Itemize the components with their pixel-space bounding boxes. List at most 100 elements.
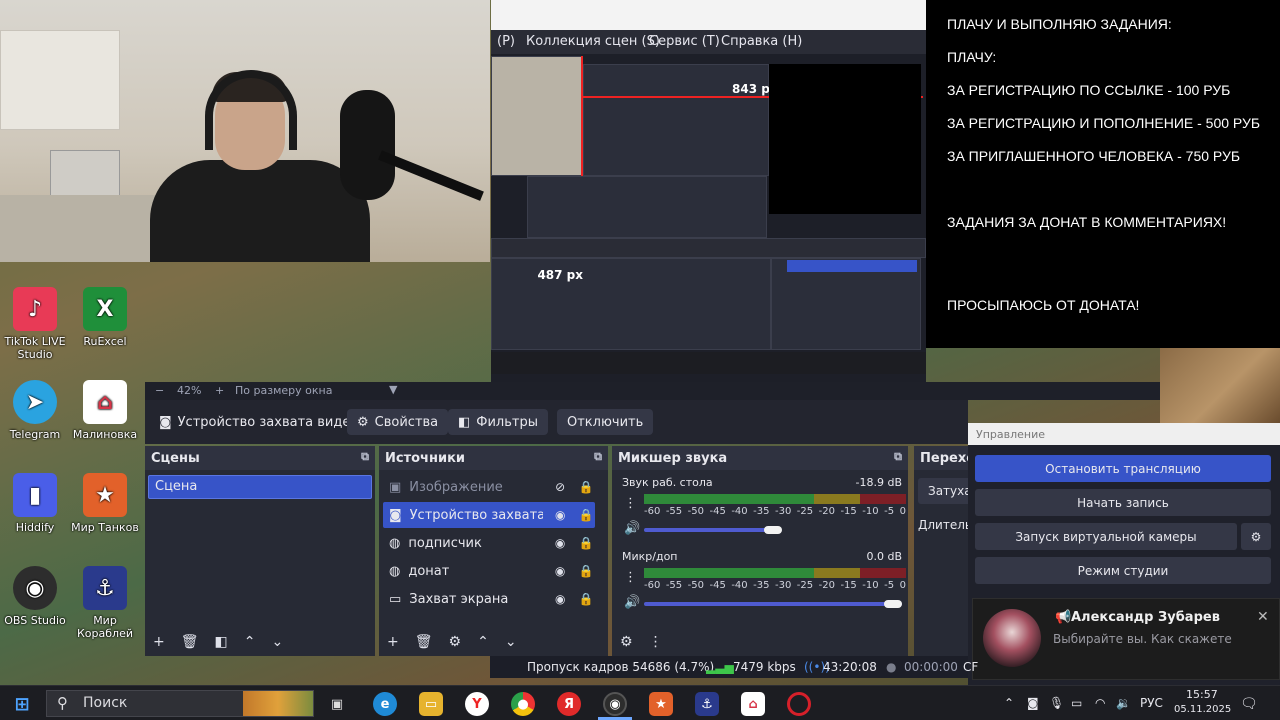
taskbar-search[interactable]: ⚲ Поиск xyxy=(46,690,314,717)
lock-icon[interactable]: 🔒 xyxy=(577,564,595,578)
source-item[interactable]: ◙ Устройство захвата ви, ◉ 🔒 xyxy=(383,502,595,528)
desktop-icon-telegram[interactable]: ➤ Telegram xyxy=(0,380,70,441)
windows-start-icon[interactable]: ⊞ xyxy=(10,692,34,716)
speaker-icon[interactable]: 🔊 xyxy=(624,521,640,536)
move-down-icon[interactable]: ⌄ xyxy=(271,634,283,650)
desktop-icon-mir-korabley[interactable]: ⚓ Мир Кораблей xyxy=(70,566,140,640)
trash-icon[interactable]: 🗑 xyxy=(415,634,433,650)
undock-icon[interactable]: ⧉ xyxy=(894,450,902,464)
volume-slider-knob[interactable] xyxy=(764,526,782,534)
filters-button[interactable]: ◧ Фильтры xyxy=(448,409,548,435)
preview-menu-item[interactable]: Справка (H) xyxy=(721,34,802,49)
desktop-icon-mir-tankov[interactable]: ★ Мир Танков xyxy=(70,473,140,534)
desktop-icon-label: TikTok LIVE Studio xyxy=(4,335,66,361)
preview-px-label-small: 487 px xyxy=(537,268,583,282)
move-up-icon[interactable]: ⌃ xyxy=(477,634,489,650)
undock-icon[interactable]: ⧉ xyxy=(594,450,602,464)
source-item[interactable]: ▭ Захват экрана ◉ 🔒 xyxy=(383,586,595,612)
desktop-icon-malinovka[interactable]: ⌂ Малиновка xyxy=(70,380,140,441)
move-down-icon[interactable]: ⌄ xyxy=(505,634,517,650)
obs-taskbar-icon[interactable]: ◉ xyxy=(603,692,627,716)
edge-icon[interactable]: e xyxy=(373,692,397,716)
kebab-menu-icon[interactable]: ⋮ xyxy=(649,634,663,650)
chevron-down-icon[interactable]: ▼ xyxy=(389,383,397,396)
source-item[interactable]: ◍ донат ◉ 🔒 xyxy=(383,558,595,584)
kebab-menu-icon[interactable]: ⋮ xyxy=(624,496,637,511)
desktop-icon-label: Hiddify xyxy=(15,521,55,534)
zoom-in-button[interactable]: + xyxy=(215,384,224,397)
volume-slider[interactable] xyxy=(644,528,772,532)
volume-slider[interactable] xyxy=(644,602,902,606)
zoom-fit-button[interactable]: По размеру окна xyxy=(235,384,332,397)
source-item[interactable]: ◍ подписчик ◉ 🔒 xyxy=(383,530,595,556)
microwave xyxy=(50,150,120,198)
eye-icon[interactable]: ◉ xyxy=(551,564,569,578)
mixer-title: Микшер звука xyxy=(618,451,728,466)
properties-button[interactable]: ⚙ Свойства xyxy=(347,409,449,435)
eye-icon[interactable]: ◉ xyxy=(551,592,569,606)
desktop-icon-ruexcel[interactable]: X RuExcel xyxy=(70,287,140,348)
lock-icon[interactable]: 🔒 xyxy=(577,592,595,606)
trash-icon[interactable]: 🗑 xyxy=(181,634,199,650)
move-up-icon[interactable]: ⌃ xyxy=(244,634,256,650)
add-source-icon[interactable]: + xyxy=(387,634,399,650)
scene-item[interactable]: Сцена xyxy=(148,475,372,499)
opera-icon[interactable] xyxy=(787,692,811,716)
taskbar-date[interactable]: 05.11.2025 xyxy=(1174,704,1231,715)
microphone-tray-icon[interactable]: 🎙 xyxy=(1049,696,1064,710)
virtual-camera-settings-icon[interactable]: ⚙ xyxy=(1241,523,1271,550)
language-indicator[interactable]: РУС xyxy=(1140,696,1163,710)
kebab-menu-icon[interactable]: ⋮ xyxy=(624,570,637,585)
preview-menu-item[interactable]: (P) xyxy=(497,34,515,49)
desktop-icon-tiktok-live-studio[interactable]: ♪ TikTok LIVE Studio xyxy=(0,287,70,361)
lock-icon[interactable]: 🔒 xyxy=(577,536,595,550)
desktop-icon-hiddify[interactable]: ▮ Hiddify xyxy=(0,473,70,534)
eye-icon[interactable]: ◉ xyxy=(551,536,569,550)
gear-icon[interactable]: ⚙ xyxy=(449,634,462,650)
yandex-browser-icon[interactable]: Y xyxy=(465,692,489,716)
desktop-icon-label: Telegram xyxy=(9,428,61,441)
lock-icon[interactable]: 🔒 xyxy=(577,480,595,494)
preview-menu-item[interactable]: Коллекция сцен (S) xyxy=(526,34,660,49)
start-record-button[interactable]: Начать запись xyxy=(975,489,1271,516)
task-view-icon[interactable]: ▣ xyxy=(325,692,349,716)
speaker-icon[interactable]: 🔊 xyxy=(624,595,640,610)
zoom-out-button[interactable]: − xyxy=(155,384,164,397)
chrome-icon[interactable]: ● xyxy=(511,692,535,716)
eye-hidden-icon[interactable]: ⊘ xyxy=(551,480,569,494)
undock-icon[interactable]: ⧉ xyxy=(361,450,369,464)
lock-icon[interactable]: 🔒 xyxy=(577,508,595,522)
add-scene-icon[interactable]: + xyxy=(153,634,165,650)
stop-stream-button[interactable]: Остановить трансляцию xyxy=(975,455,1271,482)
wifi-icon[interactable]: ◠ xyxy=(1095,696,1105,710)
camera-tray-icon[interactable]: ◙ xyxy=(1027,696,1039,710)
mir-tankov-taskbar-icon[interactable]: ★ xyxy=(649,692,673,716)
desktop-icon-label: RuExcel xyxy=(83,335,127,348)
selected-source-label: Устройство захвата видео xyxy=(177,414,359,430)
transition-select[interactable]: Затуха xyxy=(918,478,970,504)
eye-icon[interactable]: ◉ xyxy=(551,508,569,522)
advanced-audio-gear-icon[interactable]: ⚙ xyxy=(620,634,633,650)
file-explorer-icon[interactable]: ▭ xyxy=(419,692,443,716)
notification-center-icon[interactable]: 🗨 xyxy=(1240,696,1258,712)
show-hidden-icons-chevron-icon[interactable]: ⌃ xyxy=(1004,696,1014,710)
volume-slider-knob[interactable] xyxy=(884,600,902,608)
close-icon[interactable]: ✕ xyxy=(1257,609,1269,625)
desktop-icon-obs-studio[interactable]: ◉ OBS Studio xyxy=(0,566,70,627)
scene-filter-icon[interactable]: ◧ xyxy=(215,634,228,650)
camera-icon: ◙ xyxy=(389,507,402,523)
yandex-icon[interactable]: Я xyxy=(557,692,581,716)
taskbar-time[interactable]: 15:57 xyxy=(1186,688,1218,701)
person-body xyxy=(150,160,370,262)
disable-button[interactable]: Отключить xyxy=(557,409,654,435)
battery-icon[interactable]: ▭ xyxy=(1071,696,1082,710)
mir-korabley-taskbar-icon[interactable]: ⚓ xyxy=(695,692,719,716)
malinovka-taskbar-icon[interactable]: ⌂ xyxy=(741,692,765,716)
source-item[interactable]: ▣ Изображение ⊘ 🔒 xyxy=(383,474,595,500)
virtual-camera-button[interactable]: Запуск виртуальной камеры xyxy=(975,523,1237,550)
overlay-line: ЗА РЕГИСТРАЦИЮ И ПОПОЛНЕНИЕ - 500 РУБ xyxy=(947,115,1261,131)
studio-mode-button[interactable]: Режим студии xyxy=(975,557,1271,584)
preview-menu-item[interactable]: Сервис (T) xyxy=(649,34,720,49)
chat-notification[interactable]: 📢 Александр Зубарев Выбирайте вы. Как ск… xyxy=(972,598,1280,680)
volume-icon[interactable]: 🔉 xyxy=(1116,696,1131,710)
